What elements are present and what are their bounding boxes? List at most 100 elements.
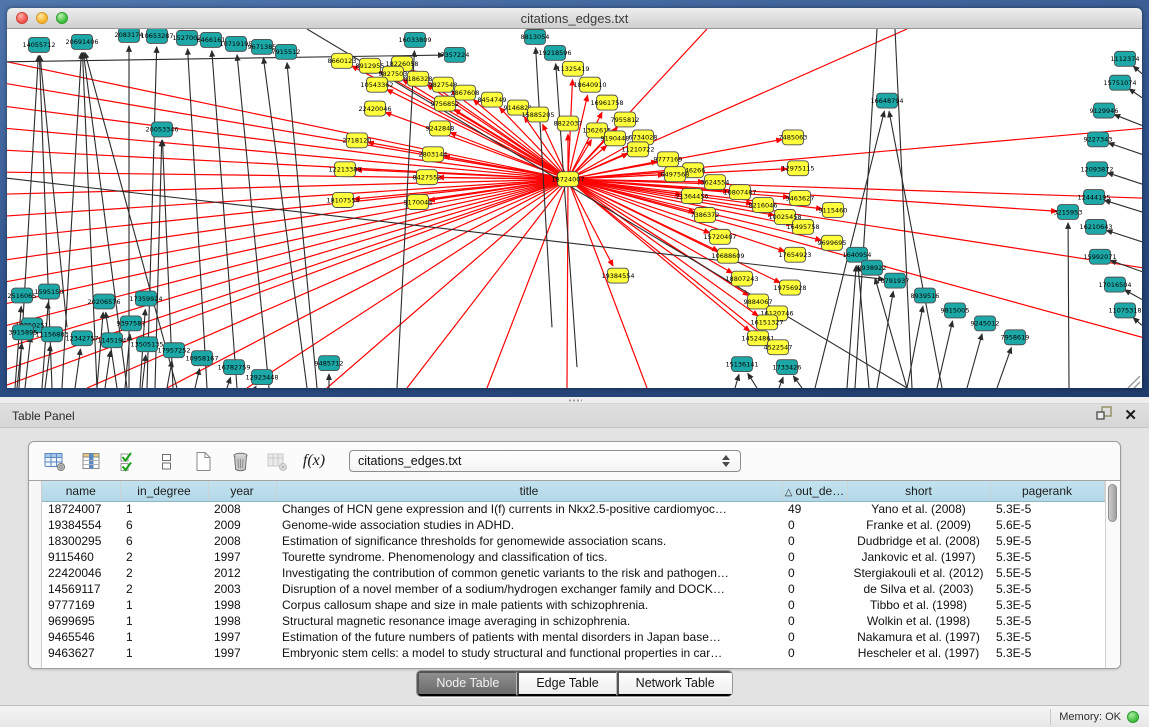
table-cell[interactable]: 1997 — [208, 645, 276, 661]
table-cell[interactable]: 0 — [782, 629, 847, 645]
graph-node[interactable]: 9115460 — [819, 203, 848, 218]
table-cell[interactable]: 1 — [120, 645, 208, 661]
graph-node[interactable]: 21364456 — [675, 189, 708, 204]
table-cell[interactable]: 9463627 — [42, 645, 120, 661]
graph-node[interactable]: 9463627 — [786, 191, 815, 206]
graph-node[interactable]: 7357224 — [441, 47, 470, 62]
table-row[interactable]: 977716911998Corpus callosum shape and si… — [42, 597, 1104, 613]
graph-node[interactable]: 1112374 — [1111, 51, 1140, 66]
table-cell[interactable]: 2 — [120, 565, 208, 581]
graph-node[interactable]: 20691406 — [65, 34, 98, 49]
table-row[interactable]: 969969511998Structural magnetic resonanc… — [42, 613, 1104, 629]
graph-node[interactable]: 1145194 — [98, 333, 127, 348]
minimize-window-icon[interactable] — [36, 12, 48, 24]
graph-node[interactable]: 1595150 — [35, 284, 64, 299]
new-file-button[interactable] — [189, 447, 217, 475]
table-cell[interactable]: Franke et al. (2009) — [847, 517, 990, 533]
network-window-titlebar[interactable]: citations_edges.txt — [7, 8, 1142, 29]
table-cell[interactable]: 2003 — [208, 581, 276, 597]
scrollbar-thumb[interactable] — [1108, 484, 1117, 522]
graph-node[interactable]: 11075318 — [1108, 303, 1141, 318]
graph-node[interactable]: 9227343 — [1084, 132, 1113, 147]
table-cell[interactable]: Embryonic stem cells: a model to study s… — [276, 645, 782, 661]
table-cell[interactable]: 0 — [782, 517, 847, 533]
table-row[interactable]: 946554611997Estimation of the future num… — [42, 629, 1104, 645]
graph-node[interactable]: 9777169 — [654, 152, 683, 167]
graph-node[interactable]: 1733426 — [773, 360, 802, 375]
import-table-button[interactable] — [263, 447, 291, 475]
table-cell[interactable]: 2 — [120, 549, 208, 565]
table-row[interactable]: 1872400712008Changes of HCN gene express… — [42, 501, 1104, 517]
table-cell[interactable]: 2008 — [208, 501, 276, 517]
graph-node[interactable]: 16033809 — [398, 32, 431, 47]
graph-node[interactable]: 8939516 — [911, 288, 940, 303]
panel-splitter[interactable] — [0, 397, 1149, 404]
table-cell[interactable]: 9465546 — [42, 629, 120, 645]
graph-node[interactable]: 7485063 — [779, 130, 808, 145]
graph-node[interactable]: 12923448 — [245, 370, 278, 385]
graph-node[interactable]: 2083174 — [115, 29, 144, 42]
graph-node[interactable]: 15751074 — [1103, 75, 1136, 90]
table-row[interactable]: 2242004622012Investigating the contribut… — [42, 565, 1104, 581]
table-cell[interactable]: Wolkin et al. (1998) — [847, 613, 990, 629]
table-cell[interactable]: 14569117 — [42, 581, 120, 597]
table-cell[interactable]: 0 — [782, 565, 847, 581]
table-cell[interactable]: Jankovic et al. (1997) — [847, 549, 990, 565]
graph-node[interactable]: 2718120 — [343, 133, 372, 148]
table-cell[interactable]: 5.3E-5 — [990, 549, 1104, 565]
table-cell[interactable]: 18724007 — [42, 501, 120, 517]
table-cell[interactable]: 9699695 — [42, 613, 120, 629]
table-cell[interactable]: Corpus callosum shape and size in male p… — [276, 597, 782, 613]
zoom-window-icon[interactable] — [56, 12, 68, 24]
table-row[interactable]: 1456911722003Disruption of a novel membe… — [42, 581, 1104, 597]
table-row[interactable]: 1938455462009Genome-wide association stu… — [42, 517, 1104, 533]
table-cell[interactable]: 2 — [120, 581, 208, 597]
table-cell[interactable]: 49 — [782, 501, 847, 517]
table-cell[interactable]: Estimation of significance thresholds fo… — [276, 533, 782, 549]
graph-node[interactable]: 2516065 — [8, 288, 37, 303]
table-cell[interactable]: 1997 — [208, 549, 276, 565]
table-cell[interactable]: 6 — [120, 533, 208, 549]
graph-node[interactable]: 12975115 — [781, 161, 814, 176]
graph-node[interactable]: 7958619 — [1001, 330, 1030, 345]
table-cell[interactable]: Changes of HCN gene expression and I(f) … — [276, 501, 782, 517]
graph-node[interactable]: 14055712 — [22, 37, 55, 52]
graph-node[interactable]: 2803144 — [419, 147, 448, 162]
table-cell[interactable]: 0 — [782, 613, 847, 629]
table-selector-dropdown[interactable]: citations_edges.txt — [349, 450, 741, 472]
table-cell[interactable]: 5.6E-5 — [990, 517, 1104, 533]
column-header-name[interactable]: name — [42, 481, 120, 501]
table-cell[interactable]: Estimation of the future numbers of pati… — [276, 629, 782, 645]
table-cell[interactable]: Investigating the contribution of common… — [276, 565, 782, 581]
graph-node[interactable]: 8822037 — [554, 116, 583, 131]
column-header-short[interactable]: short — [847, 481, 990, 501]
table-cell[interactable]: 5.5E-5 — [990, 565, 1104, 581]
table-cell[interactable]: 1 — [120, 501, 208, 517]
table-cell[interactable]: 6 — [120, 517, 208, 533]
graph-node[interactable]: 9190448 — [601, 131, 630, 146]
table-cell[interactable]: 9777169 — [42, 597, 120, 613]
graph-node[interactable]: 8454749 — [478, 92, 507, 107]
graph-node[interactable]: 16782759 — [217, 360, 250, 375]
table-cell[interactable]: 9115460 — [42, 549, 120, 565]
table-cell[interactable]: 0 — [782, 581, 847, 597]
table-cell[interactable]: Disruption of a novel member of a sodium… — [276, 581, 782, 597]
table-cell[interactable]: 5.3E-5 — [990, 581, 1104, 597]
table-cell[interactable]: 1 — [120, 597, 208, 613]
network-canvas[interactable]: 1405571220691406208317410653287152700264… — [7, 29, 1142, 388]
graph-node[interactable]: 20053346 — [145, 122, 178, 137]
tab-node-table[interactable]: Node Table — [417, 671, 517, 696]
delete-button[interactable] — [226, 447, 254, 475]
select-rows-button[interactable] — [115, 447, 143, 475]
graph-node[interactable]: 15992071 — [1083, 249, 1116, 264]
graph-node[interactable]: 12444195 — [1077, 190, 1110, 205]
graph-node[interactable]: 8938922 — [858, 260, 887, 275]
graph-node[interactable]: 7955812 — [611, 112, 640, 127]
graph-node[interactable]: 17016504 — [1098, 277, 1131, 292]
graph-node[interactable]: 8660123 — [328, 53, 357, 68]
graph-node[interactable]: 3215953 — [1054, 205, 1083, 220]
graph-node[interactable]: 12213389 — [328, 162, 361, 177]
column-header-year[interactable]: year — [208, 481, 276, 501]
graph-node[interactable]: 18640910 — [573, 77, 606, 92]
graph-node[interactable]: 3915895 — [9, 325, 38, 340]
